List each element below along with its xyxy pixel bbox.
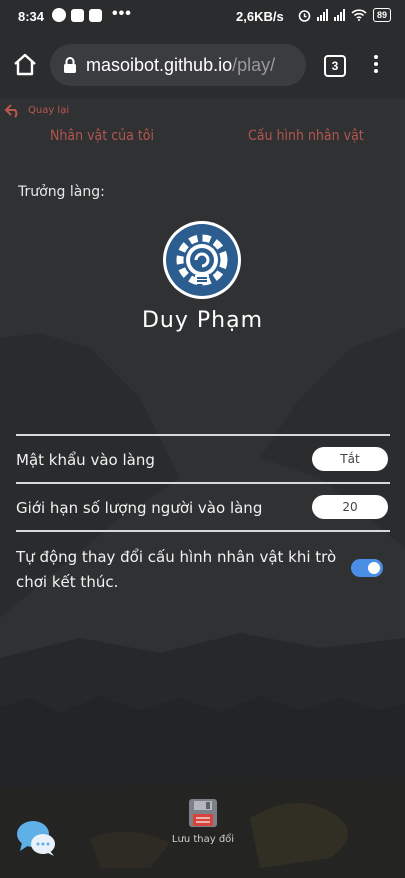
robot-app-icon <box>89 8 102 22</box>
toggle-knob <box>368 562 380 574</box>
auto-change-toggle[interactable] <box>351 559 383 577</box>
signal-icon-2 <box>333 9 345 21</box>
messenger-icon <box>52 8 66 22</box>
address-bar[interactable]: masoibot.github.io/play/ <box>50 44 306 86</box>
auto-change-label: Tự động thay đổi cấu hình nhân vật khi t… <box>16 548 337 591</box>
status-time: 8:34 <box>18 9 45 24</box>
notification-icons <box>52 8 102 22</box>
url-text: masoibot.github.io/play/ <box>86 54 276 75</box>
save-button[interactable]: Lưu thay đổi <box>163 798 243 845</box>
chat-icon[interactable] <box>16 818 56 858</box>
floppy-disk-icon <box>189 799 217 827</box>
alarm-icon <box>298 9 311 22</box>
home-icon[interactable] <box>12 52 38 78</box>
system-icons: 89 <box>298 8 391 22</box>
network-speed: 2,6KB/s <box>236 9 284 24</box>
tab-switcher-button[interactable]: 3 <box>324 55 346 77</box>
page-content: Quay lại Nhân vật của tôi Cấu hình nhân … <box>0 98 405 878</box>
browser-toolbar: masoibot.github.io/play/ 3 <box>0 34 405 98</box>
player-name: Duy Phạm <box>141 308 264 333</box>
back-arrow-icon <box>4 104 18 118</box>
signal-icon <box>316 9 328 21</box>
tab-my-character[interactable]: Nhân vật của tôi <box>50 128 154 144</box>
back-link[interactable]: Quay lại <box>4 102 69 118</box>
lock-icon <box>64 57 76 73</box>
tab-character-config[interactable]: Cấu hình nhân vật <box>248 128 364 144</box>
browser-menu-button[interactable] <box>366 52 386 78</box>
notification-app-icon <box>71 8 84 22</box>
player-limit-input[interactable]: 20 <box>312 495 388 519</box>
more-notifications-icon: ••• <box>112 5 132 22</box>
password-label: Mật khẩu vào làng <box>16 451 155 469</box>
status-bar: 8:34 ••• 2,6KB/s 89 <box>0 0 405 34</box>
password-toggle-button[interactable]: Tắt <box>312 447 388 471</box>
player-limit-label: Giới hạn số lượng người vào làng <box>16 499 263 517</box>
divider <box>16 482 390 484</box>
wifi-icon <box>351 9 367 21</box>
save-label: Lưu thay đổi <box>171 834 235 845</box>
avatar <box>163 221 241 299</box>
divider <box>16 434 390 436</box>
back-label: Quay lại <box>28 104 70 116</box>
divider <box>16 530 390 532</box>
village-chief-label: Trưởng làng: <box>18 184 105 200</box>
forest-background <box>0 98 405 878</box>
battery-icon: 89 <box>372 8 391 22</box>
